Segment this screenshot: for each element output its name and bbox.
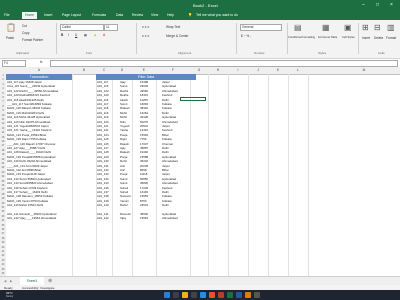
illustrator-icon[interactable]	[245, 292, 251, 298]
column-header[interactable]: B	[72, 67, 97, 75]
format-cells-icon[interactable]: ▥	[387, 23, 395, 32]
tab-help[interactable]: Help	[167, 13, 174, 17]
excel-icon[interactable]	[227, 292, 233, 298]
tell-me-search[interactable]: Tell me what you want to do	[196, 13, 238, 17]
insert-cells-icon[interactable]: ⊞	[362, 23, 369, 32]
start-icon[interactable]	[164, 292, 170, 298]
group-clipboard: Clipboard	[16, 51, 29, 55]
divider	[358, 23, 359, 54]
font-name-select[interactable]: Calibri	[60, 24, 104, 31]
column-header[interactable]: M	[308, 67, 400, 75]
selected-cell[interactable]	[180, 97, 206, 102]
prev-sheet-icon[interactable]: ◀	[4, 279, 6, 283]
tab-page-layout[interactable]: Page Layout	[62, 13, 81, 17]
divider	[56, 23, 57, 54]
window-title: Book2 - Excel	[193, 3, 218, 8]
filter-name-cell[interactable]: Rahul	[120, 203, 128, 207]
minimize-icon[interactable]: –	[362, 2, 365, 8]
filter-id-cell[interactable]: A01_142	[97, 216, 109, 220]
format-as-table-icon[interactable]: ▦	[322, 23, 330, 32]
conditional-formatting-button[interactable]: Conditional Formatting	[288, 36, 315, 39]
borders-icon[interactable]: ▦	[84, 33, 87, 37]
paste-icon[interactable]: 📋	[6, 23, 16, 32]
tab-formulas[interactable]: Formulas	[92, 13, 106, 17]
font-color-icon[interactable]: A	[103, 33, 105, 37]
wrap-text-button[interactable]: Wrap Text	[166, 25, 180, 29]
filter-amount-cell[interactable]: 19564	[140, 216, 148, 220]
search-icon[interactable]	[173, 292, 179, 298]
divider	[236, 23, 237, 54]
format-painter-button[interactable]: Format Painter	[22, 38, 43, 42]
column-header[interactable]: K	[268, 67, 289, 75]
group-cells: Cells	[378, 51, 385, 55]
tab-view[interactable]: View	[151, 13, 158, 17]
column-header[interactable]: I	[228, 67, 249, 75]
column-header[interactable]: H	[208, 67, 229, 75]
align-top-icon[interactable]: ≡ ≡ ≡	[142, 25, 149, 29]
column-header[interactable]: J	[248, 67, 269, 75]
tab-data[interactable]: Data	[116, 13, 123, 17]
word-icon[interactable]	[236, 292, 242, 298]
edge-icon[interactable]	[200, 292, 206, 298]
status-ready: Ready	[4, 285, 13, 290]
divider	[136, 23, 137, 54]
taskbar: 32°C Sunny	[0, 290, 400, 300]
filter-id-cell[interactable]: A01_140	[97, 203, 109, 207]
column-header[interactable]: L	[288, 67, 309, 75]
app-icon[interactable]	[254, 292, 260, 298]
powerpoint-icon[interactable]	[209, 292, 215, 298]
filter-city-cell[interactable]: Delhi	[162, 203, 169, 207]
cell-styles-icon[interactable]: ▣	[344, 23, 352, 32]
ribbon-tabs: File Home Insert Page Layout Formulas Da…	[0, 11, 400, 20]
merge-center-button[interactable]: Merge & Center	[166, 34, 189, 38]
title-bar: Book2 - Excel – □ ×	[0, 0, 400, 11]
tab-file[interactable]: File	[4, 13, 9, 17]
media-icon[interactable]	[191, 292, 197, 298]
transaction-cell[interactable]: A01_142 Vijay____19564 Ahmedabad	[7, 216, 56, 220]
cell-styles-button[interactable]: Cell Styles	[342, 36, 355, 39]
insert-cells-button[interactable]: Insert	[362, 36, 370, 40]
delete-cells-button[interactable]: Delete	[374, 36, 383, 40]
format-as-table-button[interactable]: Format as Table	[318, 36, 337, 39]
underline-button[interactable]: U	[75, 33, 77, 37]
transaction-cell[interactable]: A01_140 Rahul 23524 Delhi	[7, 203, 43, 207]
group-number: Number	[254, 51, 265, 55]
conditional-formatting-icon[interactable]: ▤	[294, 23, 302, 32]
name-box[interactable]: F4	[2, 60, 26, 67]
tab-insert[interactable]: Insert	[44, 13, 52, 17]
close-icon[interactable]: ×	[390, 2, 393, 8]
ribbon: 📋 Paste Cut Copy Format Painter Clipboar…	[0, 20, 400, 59]
group-styles: Styles	[318, 51, 327, 55]
group-alignment: Alignment	[178, 51, 192, 55]
align-left-icon[interactable]: ≡ ≡ ≡	[142, 34, 149, 38]
lightbulb-icon: 💡	[188, 13, 193, 17]
accessibility-status[interactable]: Accessibility: Investigate	[22, 286, 55, 290]
group-font: Font	[86, 51, 93, 55]
fill-color-icon[interactable]: ◆	[94, 33, 96, 37]
file-explorer-icon[interactable]	[182, 292, 188, 298]
cut-button[interactable]: Cut	[22, 24, 27, 28]
bold-button[interactable]: B	[61, 33, 63, 37]
formula-input[interactable]	[50, 60, 398, 67]
font-size-select[interactable]: 11	[104, 24, 118, 31]
tab-home[interactable]: Home	[22, 12, 38, 19]
currency-icon[interactable]: $ ~ % ,	[241, 34, 251, 38]
filter-name-cell[interactable]: Vijay	[120, 216, 126, 220]
paste-button[interactable]: Paste	[6, 36, 14, 40]
italic-button[interactable]: I	[68, 33, 69, 37]
filter-amount-cell[interactable]: 23524	[140, 203, 148, 207]
worksheet-grid[interactable]: ABCDEFGHIJKLM 1 2 3 4 5 6 7 8 9 10 11 12 13 14 15 16 17 1…	[0, 67, 400, 276]
copy-button[interactable]: Copy	[22, 31, 29, 35]
fx-icon[interactable]: fx	[40, 60, 42, 64]
delete-cells-icon[interactable]: ⊟	[374, 23, 381, 32]
next-sheet-icon[interactable]: ▶	[10, 279, 12, 283]
format-cells-button[interactable]: Format	[386, 36, 396, 40]
filter-city-cell[interactable]: Ahmedabad	[162, 216, 178, 220]
add-sheet-icon[interactable]: ⊕	[48, 278, 52, 284]
tab-review[interactable]: Review	[132, 13, 143, 17]
weather-desc: Sunny	[6, 295, 14, 298]
number-format-select[interactable]: General	[240, 24, 282, 31]
acrobat-icon[interactable]	[218, 292, 224, 298]
maximize-icon[interactable]: □	[376, 2, 379, 8]
